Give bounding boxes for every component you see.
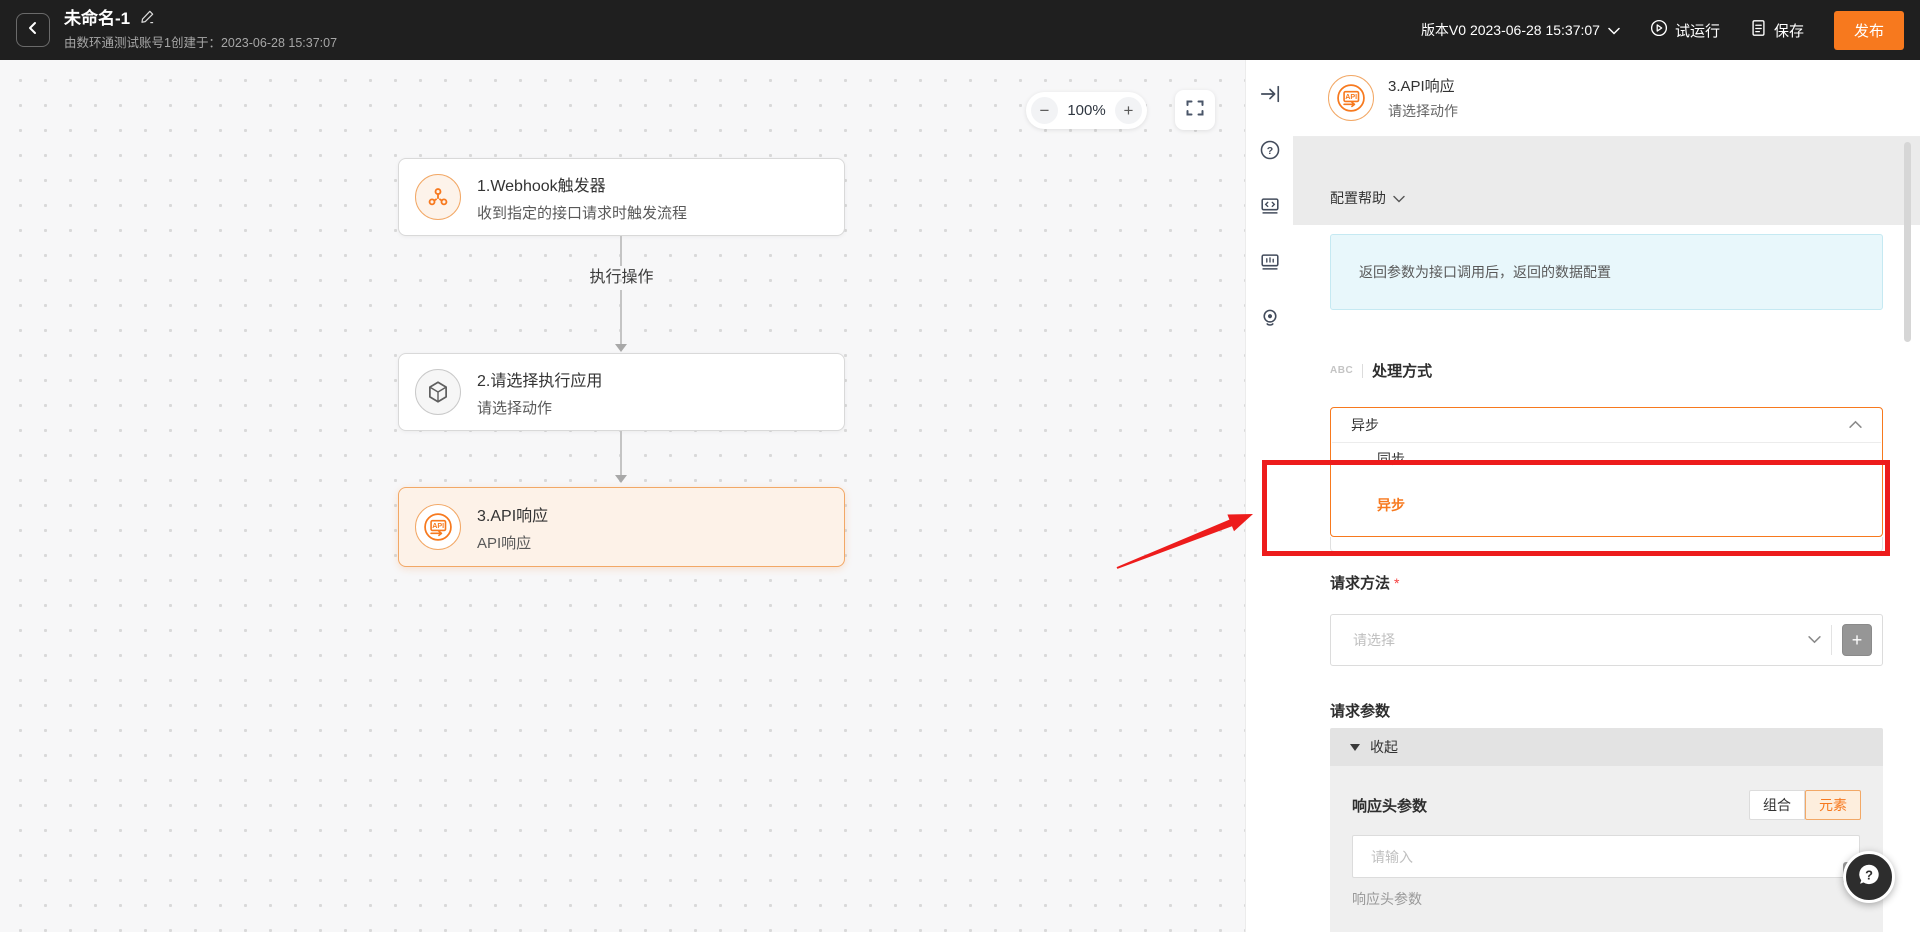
dropdown-tail xyxy=(1330,537,1883,552)
toggle-combine-button[interactable]: 组合 xyxy=(1749,790,1805,820)
save-label: 保存 xyxy=(1774,20,1804,41)
zoom-in-button[interactable]: + xyxy=(1115,97,1142,124)
save-button[interactable]: 保存 xyxy=(1750,19,1804,41)
arrow-down-icon xyxy=(615,344,627,352)
connector-line xyxy=(620,236,622,266)
node-subtitle: 收到指定的接口请求时触发流程 xyxy=(477,202,687,223)
panel-header: API 3.API响应 请选择动作 xyxy=(1293,60,1920,137)
help-fab-button[interactable]: ? xyxy=(1843,851,1895,903)
params-label: 请求参数 xyxy=(1330,700,1390,721)
fullscreen-icon xyxy=(1185,98,1205,123)
divider xyxy=(1362,364,1363,378)
api-icon: API xyxy=(1328,75,1374,121)
option-sync[interactable]: 同步 xyxy=(1331,443,1882,475)
test-run-button[interactable]: 试运行 xyxy=(1650,19,1720,41)
workflow-canvas[interactable]: 触发条件 1.Webhook触发器 收到指定的接口请求时触发流程 执行操作 2.… xyxy=(0,60,1245,932)
node-title: 2.请选择执行应用 xyxy=(477,367,602,391)
panel-gray-band xyxy=(1293,137,1920,225)
collapse-header[interactable]: 收起 xyxy=(1330,728,1883,766)
mode-toggle-group: 组合 元素 xyxy=(1749,790,1861,820)
cube-icon xyxy=(415,369,461,415)
option-async[interactable]: 异步 xyxy=(1331,489,1882,521)
node-select-app[interactable]: 2.请选择执行应用 请选择动作 xyxy=(398,353,845,431)
chevron-down-icon xyxy=(1608,22,1620,38)
publish-button[interactable]: 发布 xyxy=(1834,11,1904,50)
config-help-label: 配置帮助 xyxy=(1330,188,1386,208)
node-title: 1.Webhook触发器 xyxy=(477,172,687,196)
action-section-label: 执行操作 xyxy=(398,263,845,287)
collapse-label: 收起 xyxy=(1370,737,1398,757)
workflow-editor-app: 未命名-1 由数环通测试账号1创建于：2023-06-28 15:37:07 版… xyxy=(0,0,1920,932)
api-icon: API xyxy=(415,504,461,550)
play-circle-icon xyxy=(1650,19,1668,41)
config-help-toggle[interactable]: 配置帮助 xyxy=(1330,188,1405,208)
response-header-input[interactable] xyxy=(1352,835,1860,878)
node-subtitle: 请选择动作 xyxy=(477,397,602,418)
top-bar: 未命名-1 由数环通测试账号1创建于：2023-06-28 15:37:07 版… xyxy=(0,0,1920,60)
top-bar-actions: 版本V0 2023-06-28 15:37:07 试运行 保存 发布 xyxy=(1421,11,1904,50)
node-webhook-trigger[interactable]: 1.Webhook触发器 收到指定的接口请求时触发流程 xyxy=(398,158,845,236)
response-header-label: 响应头参数 xyxy=(1352,795,1427,816)
panel-scrollbar[interactable] xyxy=(1904,142,1911,342)
add-method-button[interactable]: + xyxy=(1842,624,1872,656)
back-button[interactable] xyxy=(16,13,50,47)
edit-pencil-icon[interactable] xyxy=(140,9,155,29)
version-label: 版本V0 2023-06-28 15:37:07 xyxy=(1421,20,1600,40)
response-header-helper: 响应头参数 xyxy=(1352,889,1861,909)
inspect-icon[interactable] xyxy=(1258,306,1282,330)
node-subtitle: API响应 xyxy=(477,532,548,553)
config-panel: API 3.API响应 请选择动作 配置帮助 返回参数为接口调用后，返回的数据配… xyxy=(1293,60,1920,932)
svg-text:API: API xyxy=(432,522,444,530)
method-label: 请求方法 xyxy=(1330,572,1390,593)
node-title: 3.API响应 xyxy=(477,502,548,526)
webhook-icon xyxy=(415,174,461,220)
node-api-response[interactable]: API 3.API响应 API响应 xyxy=(398,487,845,567)
panel-node-subtitle: 请选择动作 xyxy=(1388,101,1458,121)
version-selector[interactable]: 版本V0 2023-06-28 15:37:07 xyxy=(1421,20,1620,40)
process-select-value-row[interactable]: 异步 xyxy=(1331,408,1882,442)
collapse-panel-icon[interactable] xyxy=(1258,82,1282,106)
svg-text:?: ? xyxy=(1266,145,1272,157)
method-field-label-row: 请求方法 * xyxy=(1330,572,1399,593)
zoom-level: 100% xyxy=(1067,102,1105,119)
params-collapse-section: 收起 响应头参数 组合 元素 + 响应头参数 xyxy=(1330,728,1883,932)
process-label: 处理方式 xyxy=(1372,360,1432,381)
help-circle-icon[interactable]: ? xyxy=(1258,138,1282,162)
collapse-body: 响应头参数 组合 元素 + 响应头参数 xyxy=(1330,766,1883,932)
flow-title-block: 未命名-1 由数环通测试账号1创建于：2023-06-28 15:37:07 xyxy=(64,9,337,51)
test-run-label: 试运行 xyxy=(1675,20,1720,41)
svg-text:?: ? xyxy=(1865,867,1873,882)
log-console-icon[interactable] xyxy=(1258,250,1282,274)
chevron-down-icon xyxy=(1393,190,1405,206)
question-bubble-icon: ? xyxy=(1855,861,1883,894)
process-select-value: 异步 xyxy=(1351,415,1379,435)
chevron-down-icon xyxy=(1808,631,1821,649)
svg-text:API: API xyxy=(1345,93,1357,101)
divider xyxy=(1831,625,1832,655)
zoom-controls: − 100% + xyxy=(1026,92,1147,129)
process-select-open: 异步 同步 异步 xyxy=(1330,407,1883,537)
flow-created-info: 由数环通测试账号1创建于：2023-06-28 15:37:07 xyxy=(64,32,337,51)
side-tool-strip: ? xyxy=(1245,60,1293,932)
zoom-out-button[interactable]: − xyxy=(1031,97,1058,124)
panel-node-title: 3.API响应 xyxy=(1388,75,1458,96)
connector-line xyxy=(620,431,622,475)
method-select[interactable]: 请选择 + xyxy=(1330,614,1883,666)
connector-line xyxy=(620,290,622,344)
triangle-down-icon xyxy=(1350,744,1360,751)
field-type-badge: ABC xyxy=(1330,365,1353,376)
info-text: 返回参数为接口调用后，返回的数据配置 xyxy=(1359,262,1611,282)
toggle-element-button[interactable]: 元素 xyxy=(1805,790,1861,820)
method-placeholder: 请选择 xyxy=(1353,630,1395,650)
document-icon xyxy=(1750,19,1767,41)
chevron-left-icon xyxy=(26,21,40,40)
chevron-up-icon xyxy=(1849,416,1862,434)
arrow-down-icon xyxy=(615,475,627,483)
info-banner: 返回参数为接口调用后，返回的数据配置 xyxy=(1330,234,1883,310)
fit-view-button[interactable] xyxy=(1175,90,1215,130)
flow-title: 未命名-1 xyxy=(64,9,130,29)
required-mark: * xyxy=(1394,575,1399,591)
process-field-label-row: ABC 处理方式 xyxy=(1330,360,1432,381)
code-console-icon[interactable] xyxy=(1258,194,1282,218)
